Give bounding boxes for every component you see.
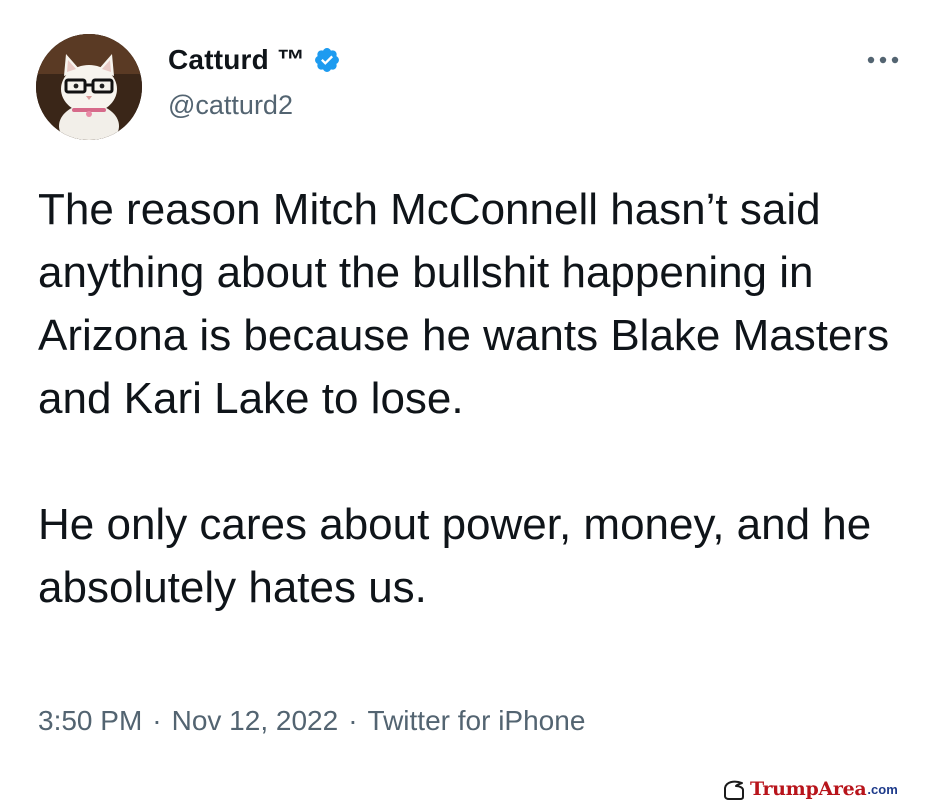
watermark-brand: TrumpArea — [750, 778, 867, 800]
avatar[interactable] — [36, 34, 142, 140]
tweet-paragraph-1: The reason Mitch McConnell hasn’t said a… — [38, 185, 890, 423]
watermark: TrumpArea .com — [722, 776, 898, 802]
tweet-meta: 3:50 PM · Nov 12, 2022 · Twitter for iPh… — [38, 705, 585, 737]
trump-hair-logo-icon — [724, 780, 744, 800]
author-name-row: Catturd ™ — [168, 44, 341, 76]
meta-separator: · — [152, 705, 162, 736]
author-handle[interactable]: @catturd2 — [168, 90, 293, 121]
watermark-suffix: .com — [867, 781, 898, 797]
meta-separator: · — [348, 705, 358, 736]
tweet-source: Twitter for iPhone — [367, 705, 586, 736]
cat-with-glasses-avatar-icon — [36, 34, 142, 140]
tweet-paragraph-2: He only cares about power, money, and he… — [38, 500, 872, 612]
more-options-icon[interactable] — [862, 48, 904, 72]
tweet-date[interactable]: Nov 12, 2022 — [172, 705, 339, 737]
tweet-time[interactable]: 3:50 PM — [38, 705, 142, 737]
verified-badge-icon — [313, 46, 341, 74]
display-name[interactable]: Catturd ™ — [168, 44, 305, 76]
tweet-card: Catturd ™ @catturd2 The reason Mitch McC… — [0, 0, 940, 804]
tweet-text: The reason Mitch McConnell hasn’t said a… — [38, 178, 908, 619]
